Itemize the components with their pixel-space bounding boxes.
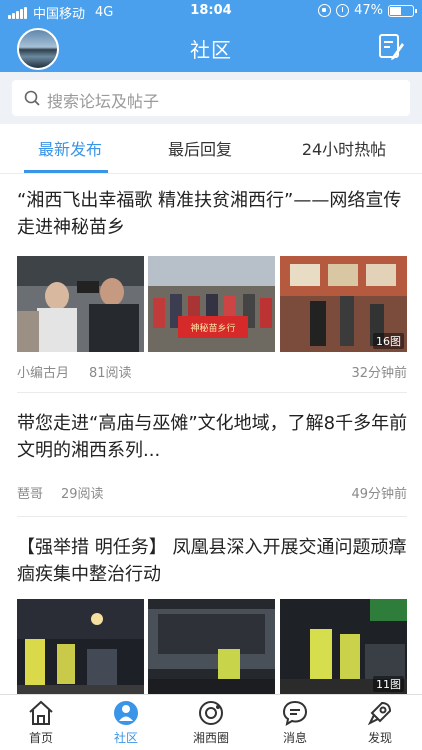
bottom-nav: 首页 社区 湘西圈 消息 发现 xyxy=(0,694,422,750)
post-feed: “湘西飞出幸福歌 精准扶贫湘西行”——网络宣传走进神秘苗乡 神秘苗乡行 16图 … xyxy=(0,174,422,694)
tab-hot-24h[interactable]: 24小时热帖 xyxy=(274,136,414,160)
nav-label: 湘西圈 xyxy=(192,731,229,745)
post-images: 11图 xyxy=(17,599,407,694)
top-bar: 中国移动 4G 18:04 47% 社区 xyxy=(0,0,422,72)
banner-text: 神秘苗乡行 xyxy=(190,322,235,334)
tab-latest[interactable]: 最新发布 xyxy=(0,136,140,160)
image-count-badge: 11图 xyxy=(373,676,404,692)
community-icon xyxy=(114,701,138,725)
post-title[interactable]: 【强举措 明任务】 凤凰县深入开展交通问题顽瘴痼疾集中整治行动 xyxy=(17,534,409,588)
post-card[interactable]: “湘西飞出幸福歌 精准扶贫湘西行”——网络宣传走进神秘苗乡 神秘苗乡行 16图 … xyxy=(0,174,422,382)
nav-xiangxi-circle[interactable]: 湘西圈 xyxy=(181,699,241,746)
battery-percent: 47% xyxy=(354,3,383,18)
post-author[interactable]: 小编古月 xyxy=(17,362,69,381)
post-image[interactable]: 16图 xyxy=(280,256,407,352)
post-image[interactable]: 11图 xyxy=(280,599,407,694)
post-time: 49分钟前 xyxy=(351,487,407,502)
circle-icon xyxy=(199,701,223,725)
message-icon xyxy=(282,700,308,727)
post-card[interactable]: 带您走进“高庙与巫傩”文化地域，了解8千多年前文明的湘西系列... 琶哥 29阅… xyxy=(0,393,422,513)
status-bar: 中国移动 4G 18:04 47% xyxy=(0,0,422,22)
post-title[interactable]: “湘西飞出幸福歌 精准扶贫湘西行”——网络宣传走进神秘苗乡 xyxy=(17,187,409,241)
nav-home[interactable]: 首页 xyxy=(11,699,71,746)
nav-label: 社区 xyxy=(113,731,138,745)
search-area: 搜索论坛及帖子 xyxy=(0,72,422,124)
post-title[interactable]: 带您走进“高庙与巫傩”文化地域，了解8千多年前文明的湘西系列... xyxy=(17,410,409,464)
read-count: 81阅读 xyxy=(89,366,132,381)
search-input[interactable]: 搜索论坛及帖子 xyxy=(12,80,410,116)
post-card[interactable]: 【强举措 明任务】 凤凰县深入开展交通问题顽瘴痼疾集中整治行动 11图 xyxy=(0,517,422,694)
rocket-icon xyxy=(367,701,392,726)
nav-bar: 社区 xyxy=(0,22,422,72)
search-placeholder: 搜索论坛及帖子 xyxy=(47,92,160,111)
compose-icon[interactable] xyxy=(378,33,404,61)
search-icon xyxy=(24,90,40,106)
post-author[interactable]: 琶哥 xyxy=(17,483,43,502)
read-count: 29阅读 xyxy=(61,487,104,502)
nav-messages[interactable]: 消息 xyxy=(265,699,325,746)
post-meta: 琶哥 29阅读 49分钟前 xyxy=(17,483,407,503)
active-tab-indicator xyxy=(24,170,108,173)
nav-discover[interactable]: 发现 xyxy=(350,699,410,746)
image-count-badge: 16图 xyxy=(373,333,404,349)
post-image[interactable]: 神秘苗乡行 xyxy=(148,256,275,352)
rotation-lock-icon xyxy=(318,4,332,17)
tab-last-reply[interactable]: 最后回复 xyxy=(130,136,270,160)
post-images: 神秘苗乡行 16图 xyxy=(17,256,407,352)
nav-label: 首页 xyxy=(28,731,53,745)
alarm-icon xyxy=(336,4,350,17)
post-image[interactable] xyxy=(17,599,144,694)
post-time: 32分钟前 xyxy=(351,366,407,381)
nav-label: 消息 xyxy=(282,731,307,745)
page-title: 社区 xyxy=(190,38,232,62)
post-image[interactable] xyxy=(17,256,144,352)
nav-label: 发现 xyxy=(367,731,392,745)
tab-bar: 最新发布 最后回复 24小时热帖 xyxy=(0,124,422,174)
post-image[interactable] xyxy=(148,599,275,694)
nav-community[interactable]: 社区 xyxy=(96,699,156,746)
battery-icon xyxy=(388,4,417,17)
home-icon xyxy=(29,700,53,725)
post-meta: 小编古月 81阅读 32分钟前 xyxy=(17,362,407,382)
